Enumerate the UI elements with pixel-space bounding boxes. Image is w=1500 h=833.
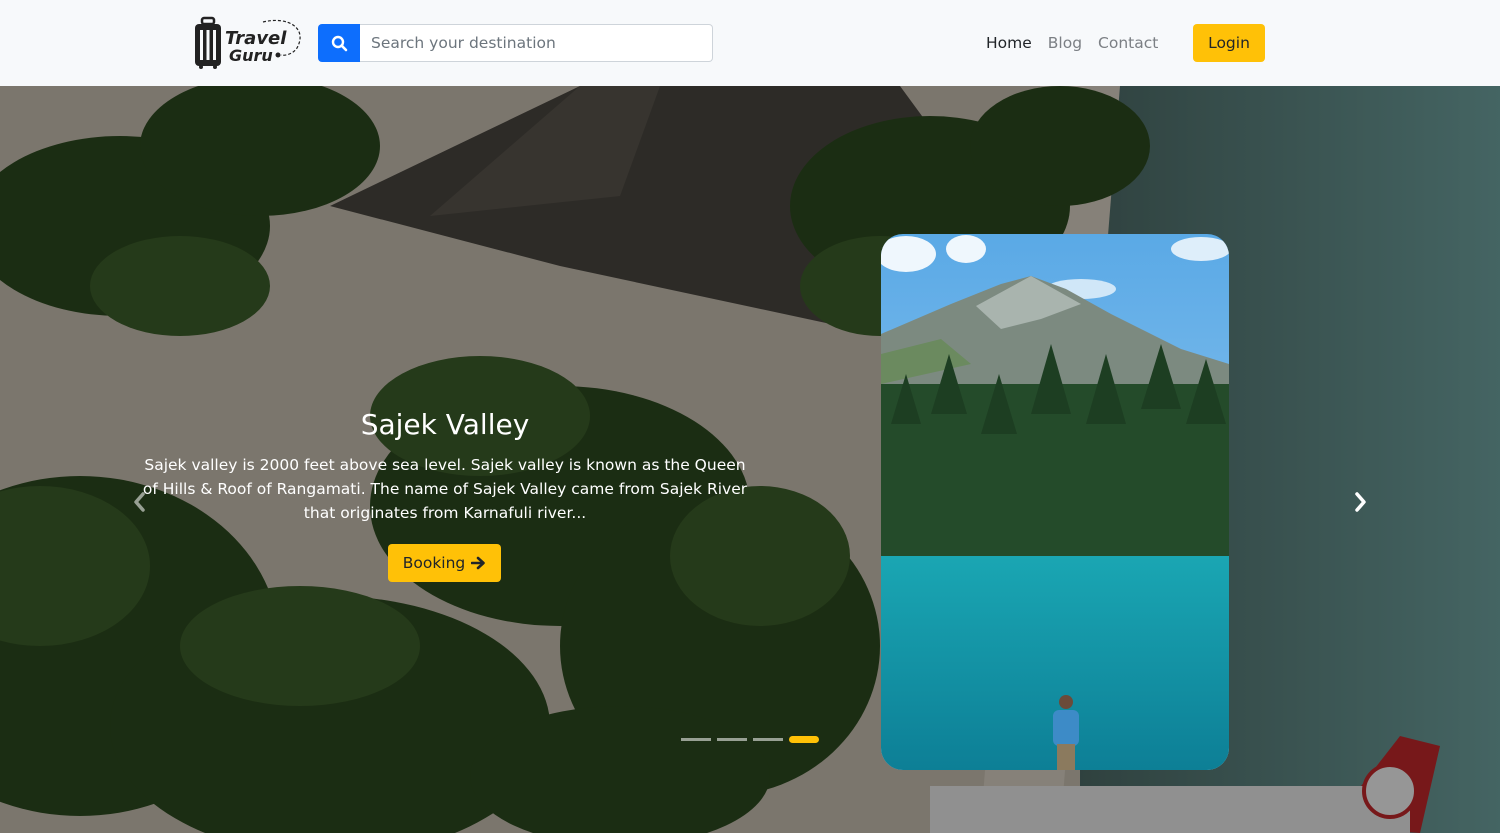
carousel-indicator-2[interactable] <box>717 738 747 741</box>
chevron-right-icon <box>1355 492 1366 512</box>
search-icon <box>331 35 347 51</box>
arrow-right-icon <box>471 556 486 570</box>
mountain-lake-image <box>881 234 1229 770</box>
navbar: Travel Guru Home Blog Contact Login <box>0 0 1500 86</box>
carousel-prev-button[interactable] <box>128 490 152 514</box>
carousel-next-button[interactable] <box>1348 490 1372 514</box>
nav-blog-link[interactable]: Blog <box>1048 34 1082 52</box>
booking-label: Booking <box>402 554 466 572</box>
carousel-indicator-4[interactable] <box>789 736 819 743</box>
nav-home-link[interactable]: Home <box>986 34 1032 52</box>
slide-title: Sajek Valley <box>360 408 530 441</box>
chevron-left-icon <box>134 492 145 512</box>
brand-logo[interactable]: Travel Guru <box>193 16 305 70</box>
nav-contact-link[interactable]: Contact <box>1098 34 1158 52</box>
carousel-indicator-3[interactable] <box>753 738 783 741</box>
search-button[interactable] <box>318 24 360 62</box>
slide-caption: Sajek Valley Sajek valley is 2000 feet a… <box>140 408 750 525</box>
booking-button[interactable]: Booking <box>388 544 501 582</box>
nav-links: Home Blog Contact <box>986 24 1174 62</box>
search-bar <box>318 24 713 62</box>
hero-carousel: Sajek Valley Sajek valley is 2000 feet a… <box>0 86 1500 833</box>
login-button[interactable]: Login <box>1193 24 1265 62</box>
suitcase-icon: Travel Guru <box>195 16 301 69</box>
carousel-indicators <box>681 736 819 743</box>
svg-text:Guru: Guru <box>229 46 273 65</box>
carousel-indicator-1[interactable] <box>681 738 711 741</box>
slide-description: Sajek valley is 2000 feet above sea leve… <box>142 456 748 522</box>
destination-card-image[interactable] <box>881 234 1229 770</box>
search-input[interactable] <box>360 24 713 62</box>
